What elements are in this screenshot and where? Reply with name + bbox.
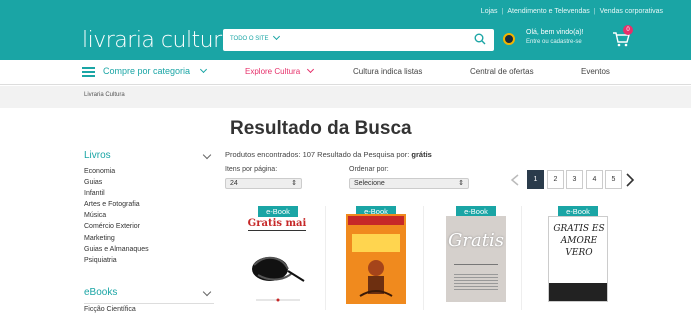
book-cover[interactable]: Gratis — [446, 216, 506, 302]
prev-page-icon[interactable] — [510, 174, 520, 186]
sidebar-ebooks-list: Ficção Científica — [84, 303, 214, 315]
sidebar-item-economia[interactable]: Economia — [84, 166, 214, 177]
breadcrumb: Livraria Cultura — [0, 86, 691, 108]
welcome-text: Olá, bem vindo(a)! — [526, 29, 584, 36]
menu-icon[interactable] — [82, 67, 95, 77]
chevron-down-icon — [199, 65, 207, 74]
nav-bar: Compre por categoria Explore Cultura Cul… — [0, 60, 691, 85]
nav-explore-label: Explore Cultura — [245, 67, 301, 76]
ebook-badge: e-Book — [258, 206, 298, 217]
sidebar-item-guias-almanaques[interactable]: Guias e Almanaques — [84, 244, 214, 255]
chevron-down-icon — [307, 65, 315, 74]
found-label: Produtos encontrados: — [225, 150, 301, 159]
product-card[interactable]: e-Book Gratis mai — [230, 206, 326, 310]
top-links: Lojas | Atendimento e Televendas | Vendas co… — [481, 8, 663, 15]
sidebar-ebooks: eBooks Ficção Científica — [84, 287, 214, 315]
separator: | — [593, 8, 596, 15]
search-scope-dropdown[interactable]: TODO O SITE — [230, 32, 281, 42]
search-scope-label: TODO O SITE — [230, 36, 269, 42]
sidebar-item-comercio-exterior[interactable]: Comércio Exterior — [84, 221, 214, 232]
cover-illustration — [359, 260, 393, 297]
book-cover[interactable] — [346, 214, 406, 304]
sidebar-section-title: eBooks — [84, 287, 118, 298]
chevron-down-icon — [273, 32, 281, 41]
sidebar-item-musica[interactable]: Música — [84, 210, 214, 221]
page-2-button[interactable]: 2 — [547, 170, 564, 189]
updown-arrows-icon: ⇕ — [291, 180, 297, 187]
header-bar: Lojas | Atendimento e Televendas | Vendas co… — [0, 0, 691, 60]
product-card[interactable]: e-Book Gratis — [426, 206, 522, 310]
cart-count-badge: 0 — [623, 25, 633, 35]
book-cover[interactable]: GRATIS ES AMORE VERO — [548, 216, 608, 302]
results-summary: Produtos encontrados: 107 Resultado da P… — [225, 150, 432, 159]
cover-title: Gratis — [448, 230, 504, 251]
cover-label — [352, 234, 400, 252]
page-5-button[interactable]: 5 — [605, 170, 622, 189]
cover-title: Gratis mai — [247, 218, 307, 229]
page-3-button[interactable]: 3 — [566, 170, 583, 189]
login-area[interactable]: Olá, bem vindo(a)! Entre ou cadastre-se — [500, 28, 610, 50]
sidebar-item-guias[interactable]: Guias — [84, 177, 214, 188]
cover-illustration — [252, 256, 305, 302]
nav-category-label: Compre por categoria — [103, 66, 191, 76]
cover-banner — [348, 216, 404, 225]
cover-title: GRATIS ES AMORE VERO — [553, 224, 605, 258]
separator: | — [501, 8, 504, 15]
search-bar[interactable]: TODO O SITE — [223, 29, 494, 51]
query-label: Resultado da Pesquisa por: — [317, 150, 410, 159]
nav-cultura-indica-listas[interactable]: Cultura indica listas — [353, 67, 422, 76]
cover-footer — [549, 283, 607, 301]
link-lojas[interactable]: Lojas — [481, 8, 498, 15]
per-page-value: 24 — [230, 180, 238, 187]
query-term: grátis — [411, 150, 432, 159]
order-value: Selecione — [354, 180, 385, 187]
page-4-button[interactable]: 4 — [586, 170, 603, 189]
per-page-select[interactable]: 24 ⇕ — [225, 178, 302, 189]
cart-button[interactable]: 0 — [611, 25, 633, 49]
product-card[interactable]: e-Book GRATIS ES AMORE VERO — [524, 206, 620, 310]
next-page-icon[interactable] — [625, 173, 635, 187]
link-atendimento[interactable]: Atendimento e Televendas — [507, 8, 589, 15]
cover-text-block — [454, 272, 498, 292]
sidebar-item-infantil[interactable]: Infantil — [84, 188, 214, 199]
logo[interactable]: livraria cultura — [82, 28, 235, 53]
sidebar-section-title: Livros — [84, 150, 111, 161]
chevron-down-icon — [202, 150, 212, 160]
nav-central-de-ofertas[interactable]: Central de ofertas — [470, 67, 534, 76]
page-1-button[interactable]: 1 — [527, 170, 544, 189]
link-vendas-corporativas[interactable]: Vendas corporativas — [600, 8, 663, 15]
cover-rule — [454, 264, 498, 265]
order-label: Ordenar por: — [349, 166, 389, 173]
breadcrumb-home[interactable]: Livraria Cultura — [84, 92, 125, 98]
sidebar-livros-list: Economia Guias Infantil Artes e Fotograf… — [84, 166, 214, 266]
search-icon[interactable] — [474, 33, 486, 45]
nav-explore-cultura[interactable]: Explore Cultura — [245, 65, 315, 76]
found-count: 107 — [302, 150, 316, 159]
sidebar-item-marketing[interactable]: Marketing — [84, 233, 214, 244]
cover-rule — [248, 230, 306, 231]
nav-compre-por-categoria[interactable]: Compre por categoria — [103, 65, 207, 76]
per-page-label: Itens por página: — [225, 166, 278, 173]
book-cover[interactable]: Gratis mai — [244, 217, 310, 305]
order-select[interactable]: Selecione ⇕ — [349, 178, 469, 189]
sidebar-item-artes-fotografia[interactable]: Artes e Fotografia — [84, 199, 214, 210]
sidebar-section-ebooks[interactable]: eBooks — [84, 287, 214, 303]
page-title: Resultado da Busca — [230, 118, 412, 139]
product-card[interactable]: e-Book — [328, 206, 424, 310]
updown-arrows-icon: ⇕ — [458, 180, 464, 187]
chevron-down-icon — [202, 287, 212, 297]
avatar-icon — [503, 33, 515, 45]
sidebar-section-livros[interactable]: Livros — [84, 150, 214, 166]
nav-eventos[interactable]: Eventos — [581, 67, 610, 76]
sidebar-filters: Livros Economia Guias Infantil Artes e F… — [84, 150, 214, 266]
sidebar-item-psiquiatria[interactable]: Psiquiatria — [84, 255, 214, 266]
login-link[interactable]: Entre ou cadastre-se — [526, 39, 582, 45]
